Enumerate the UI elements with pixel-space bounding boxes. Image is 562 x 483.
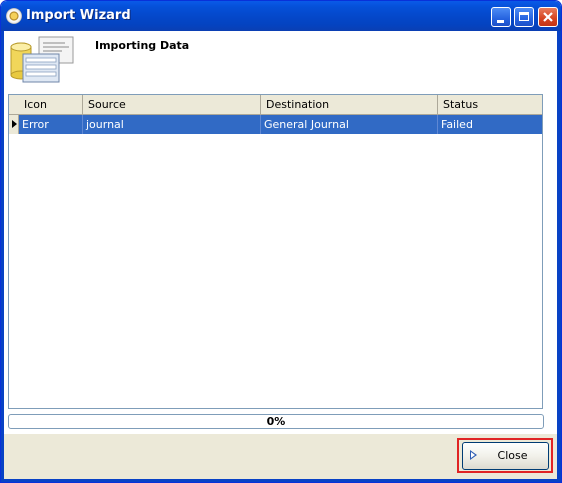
cell-source[interactable]: journal (83, 115, 261, 134)
page-title: Importing Data (95, 39, 190, 52)
wizard-content: Icon Source Destination Status Error jou… (4, 89, 557, 434)
close-button-label: Close (497, 449, 528, 462)
row-selector[interactable] (9, 115, 19, 134)
maximize-icon (519, 12, 529, 21)
import-wizard-window: Import Wizard Importing Data Icon Source… (0, 0, 562, 483)
column-header-icon[interactable]: Icon (19, 95, 83, 114)
window-close-button[interactable] (538, 7, 558, 27)
row-cells: Error journal General Journal Failed (19, 115, 542, 134)
close-button[interactable]: Close (462, 442, 549, 470)
window-title: Import Wizard (26, 8, 131, 23)
column-header-destination[interactable]: Destination (261, 95, 438, 114)
window-frame-bottom (1, 479, 561, 482)
cell-destination[interactable]: General Journal (261, 115, 438, 134)
title-bar[interactable]: Import Wizard (1, 1, 561, 31)
column-header-status[interactable]: Status (438, 95, 542, 114)
app-icon (6, 8, 22, 24)
window-frame-right (557, 31, 561, 482)
database-import-icon (10, 36, 74, 83)
minimize-button[interactable] (491, 7, 511, 27)
progress-text: 0% (266, 415, 286, 428)
maximize-button[interactable] (514, 7, 534, 27)
minimize-icon (497, 20, 504, 23)
current-row-arrow-icon (12, 120, 17, 128)
wizard-header: Importing Data (4, 31, 557, 89)
table-row[interactable]: Error journal General Journal Failed (9, 115, 542, 134)
import-results-grid[interactable]: Icon Source Destination Status Error jou… (8, 94, 543, 409)
column-header-source[interactable]: Source (83, 95, 261, 114)
cell-status[interactable]: Failed (438, 115, 542, 134)
import-progress-bar: 0% (8, 414, 544, 429)
close-icon (543, 12, 553, 22)
grid-header: Icon Source Destination Status (9, 95, 542, 115)
cell-icon[interactable]: Error (19, 115, 83, 134)
